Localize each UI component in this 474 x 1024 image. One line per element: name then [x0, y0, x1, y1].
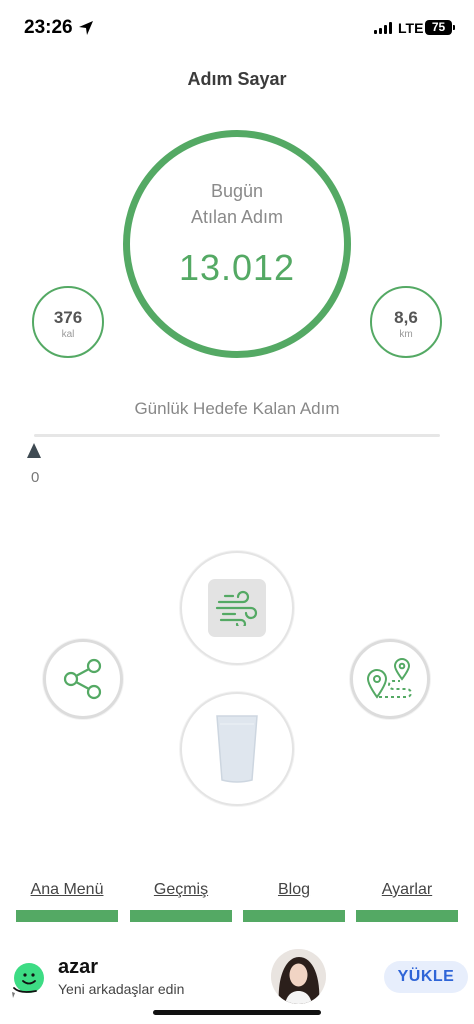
- nav-label-settings: Ayarlar: [381, 881, 433, 898]
- calories-ring: 376 kal: [32, 286, 104, 358]
- distance-unit: km: [399, 329, 413, 340]
- calories-unit: kal: [61, 329, 75, 340]
- home-indicator: [153, 1010, 321, 1015]
- steps-count: 13.012: [178, 247, 296, 288]
- steps-label-taken: Atılan Adım: [190, 207, 284, 227]
- install-button[interactable]: YÜKLE: [384, 961, 468, 993]
- progress-marker-icon: [27, 443, 41, 458]
- ad-avatar: [271, 949, 326, 1004]
- breathing-button[interactable]: [180, 551, 294, 665]
- nav-indicator: [243, 910, 345, 922]
- location-arrow-icon: [79, 21, 93, 35]
- goal-progress-bar: [34, 434, 440, 437]
- nav-label-home: Ana Menü: [30, 881, 104, 898]
- ad-subtitle: Yeni arkadaşlar edin: [58, 981, 185, 997]
- ad-title: azar: [58, 956, 99, 978]
- goal-label: Günlük Hedefe Kalan Adım: [134, 399, 340, 418]
- water-button[interactable]: [180, 692, 294, 806]
- nav-item-blog[interactable]: Blog: [243, 880, 345, 922]
- route-map-icon: [366, 658, 412, 699]
- nav-indicator: [130, 910, 232, 922]
- share-icon: [63, 658, 102, 700]
- distance-ring: 8,6 km: [370, 286, 442, 358]
- nav-label-blog: Blog: [277, 881, 311, 898]
- wind-icon: [208, 579, 266, 637]
- distance-value: 8,6: [394, 308, 418, 327]
- bottom-nav: Ana Menü Geçmiş Blog Ayarlar: [0, 880, 474, 922]
- network-type: LTE: [398, 20, 424, 36]
- share-button[interactable]: [43, 639, 123, 719]
- route-button[interactable]: [350, 639, 430, 719]
- status-bar: 23:26 LTE 75: [0, 0, 474, 56]
- azar-logo-icon: [12, 963, 44, 998]
- ad-banner[interactable]: azar Yeni arkadaşlar edin YÜKLE: [0, 946, 474, 1008]
- nav-indicator: [16, 910, 118, 922]
- battery-icon: 75: [425, 20, 455, 35]
- nav-item-home[interactable]: Ana Menü: [16, 880, 118, 922]
- page-title: Adım Sayar: [187, 69, 287, 89]
- signal-icon: [374, 22, 392, 34]
- nav-indicator: [356, 910, 458, 922]
- status-time: 23:26: [24, 17, 73, 38]
- nav-label-history: Geçmiş: [153, 881, 209, 898]
- steps-ring: Bugün Atılan Adım 13.012: [123, 130, 351, 358]
- steps-label-today: Bugün: [210, 181, 264, 201]
- water-glass-icon: [216, 715, 258, 783]
- nav-item-history[interactable]: Geçmiş: [130, 880, 232, 922]
- nav-item-settings[interactable]: Ayarlar: [356, 880, 458, 922]
- calories-value: 376: [53, 308, 83, 327]
- goal-remaining: 0: [31, 469, 40, 486]
